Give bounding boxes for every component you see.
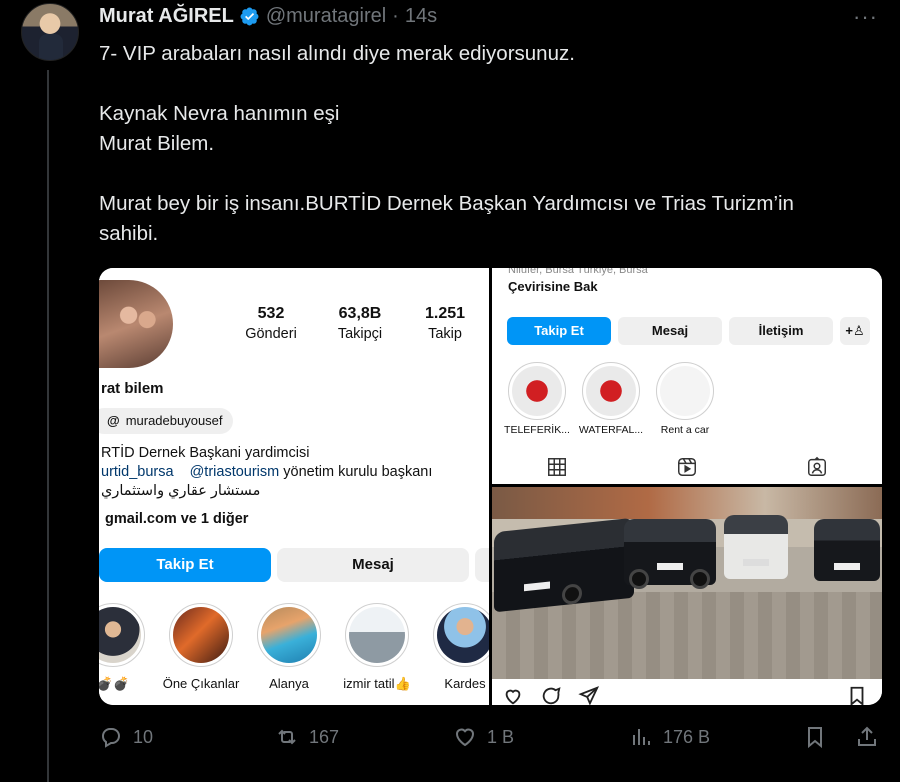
reply-count: 10 [133,726,154,747]
stat-posts: 532 Gönderi [245,305,297,342]
reply-button[interactable]: 10 [99,725,153,749]
bio-line-arabic: مستشار عقاري واستثماري [101,483,261,499]
message-button: Mesaj [618,317,722,345]
retweet-count: 167 [309,726,340,747]
tweet-media-grid[interactable]: 532 Gönderi 63,8B Takipçi 1.251 Takip ra… [99,268,882,705]
message-button: Mesaj [277,548,469,582]
translate-link: Çevirisine Bak [508,279,598,294]
profile-picture [99,280,173,368]
bio-line: urtid_bursa @triastourism yönetim kurulu… [101,464,433,480]
tweet-header: Murat AĞIREL @muratagirel · 14s [99,5,437,28]
author-handle[interactable]: @muratagirel [266,5,386,28]
author-avatar[interactable] [21,3,79,61]
profile-name: rat bilem [101,380,164,397]
heart-icon [505,689,521,705]
thread-line [47,70,49,782]
share-icon [858,726,876,746]
tweet-line: Murat Bilem. [99,132,215,155]
highlight: izmir tatil👍 [343,603,411,691]
black-van [814,519,880,581]
more-options-icon[interactable]: ··· [853,4,878,30]
threads-badge: @ muradebuyousef [99,408,233,434]
instagram-profile-screenshot[interactable]: 532 Gönderi 63,8B Takipçi 1.251 Takip ra… [99,268,497,705]
verified-badge-icon [240,7,259,26]
black-van [624,519,716,589]
tagged-icon [808,456,826,476]
vans-photo[interactable] [492,487,882,679]
profile-location: Nilüfer, Bursa Türkiye, Bursa [508,268,648,276]
highlight: 💣💣 [99,603,145,691]
follow-button: Takip Et [99,548,271,582]
building-wall [492,487,882,519]
tweet-text: 7- VIP arabaları nasıl alındı diye merak… [99,39,889,249]
stat-following: 1.251 Takip [424,305,466,342]
timestamp[interactable]: 14s [405,5,437,28]
highlight: Öne Çıkanlar [163,603,239,691]
post-actions-bar [492,679,882,705]
bookmark-icon [850,686,864,705]
comment-icon [542,687,561,705]
stat-followers: 63,8B Takipçi [337,305,383,342]
tweet-line: Kaynak Nevra hanımın eşi [99,102,340,125]
bookmark-button[interactable] [803,725,827,749]
retweet-button[interactable]: 167 [275,725,339,749]
threads-icon: @ [107,413,120,428]
reply-icon [102,728,120,748]
grid-icon [548,458,566,476]
reels-icon [678,458,696,476]
separator-dot: · [392,5,399,27]
add-person-icon: +♙ [840,317,870,345]
tweet-line: Murat bey bir iş insanı.BURTİD Dernek Ba… [99,192,794,215]
white-van [724,515,788,579]
author-name[interactable]: Murat AĞIREL [99,5,234,28]
highlight: WATERFAL... [579,362,643,436]
profile-link: gmail.com ve 1 diğer [105,511,249,527]
views-icon [633,729,650,745]
highlight: TELEFERİK... [504,362,570,436]
highlight: Kardes [433,603,497,691]
heart-icon [455,728,475,747]
like-count: 1 B [487,726,515,747]
profile-bio: RTİD Dernek Başkani yardimcisi urtid_bur… [101,444,481,501]
retweet-icon [278,729,296,745]
share-icon [578,686,600,705]
highlight: Alanya [257,603,321,691]
profile-tabs [492,456,882,478]
share-button[interactable] [855,725,879,749]
instagram-business-screenshot[interactable]: Nilüfer, Bursa Türkiye, Bursa Çevirisine… [492,268,882,484]
tweet-line: sahibi. [99,222,159,245]
views-button[interactable]: 176 B [629,725,710,749]
like-button[interactable]: 1 B [453,725,514,749]
bookmark-icon [808,727,822,749]
bio-line: RTİD Dernek Başkani yardimcisi [101,445,310,461]
contact-button: İletişim [729,317,833,345]
follow-button: Takip Et [507,317,611,345]
black-van [494,517,634,613]
tweet-actions: 10 167 1 B 176 B [99,725,889,755]
tweet-line: 7- VIP arabaları nasıl alındı diye merak… [99,42,575,65]
views-count: 176 B [663,726,711,747]
highlight: Rent a car [656,362,714,436]
